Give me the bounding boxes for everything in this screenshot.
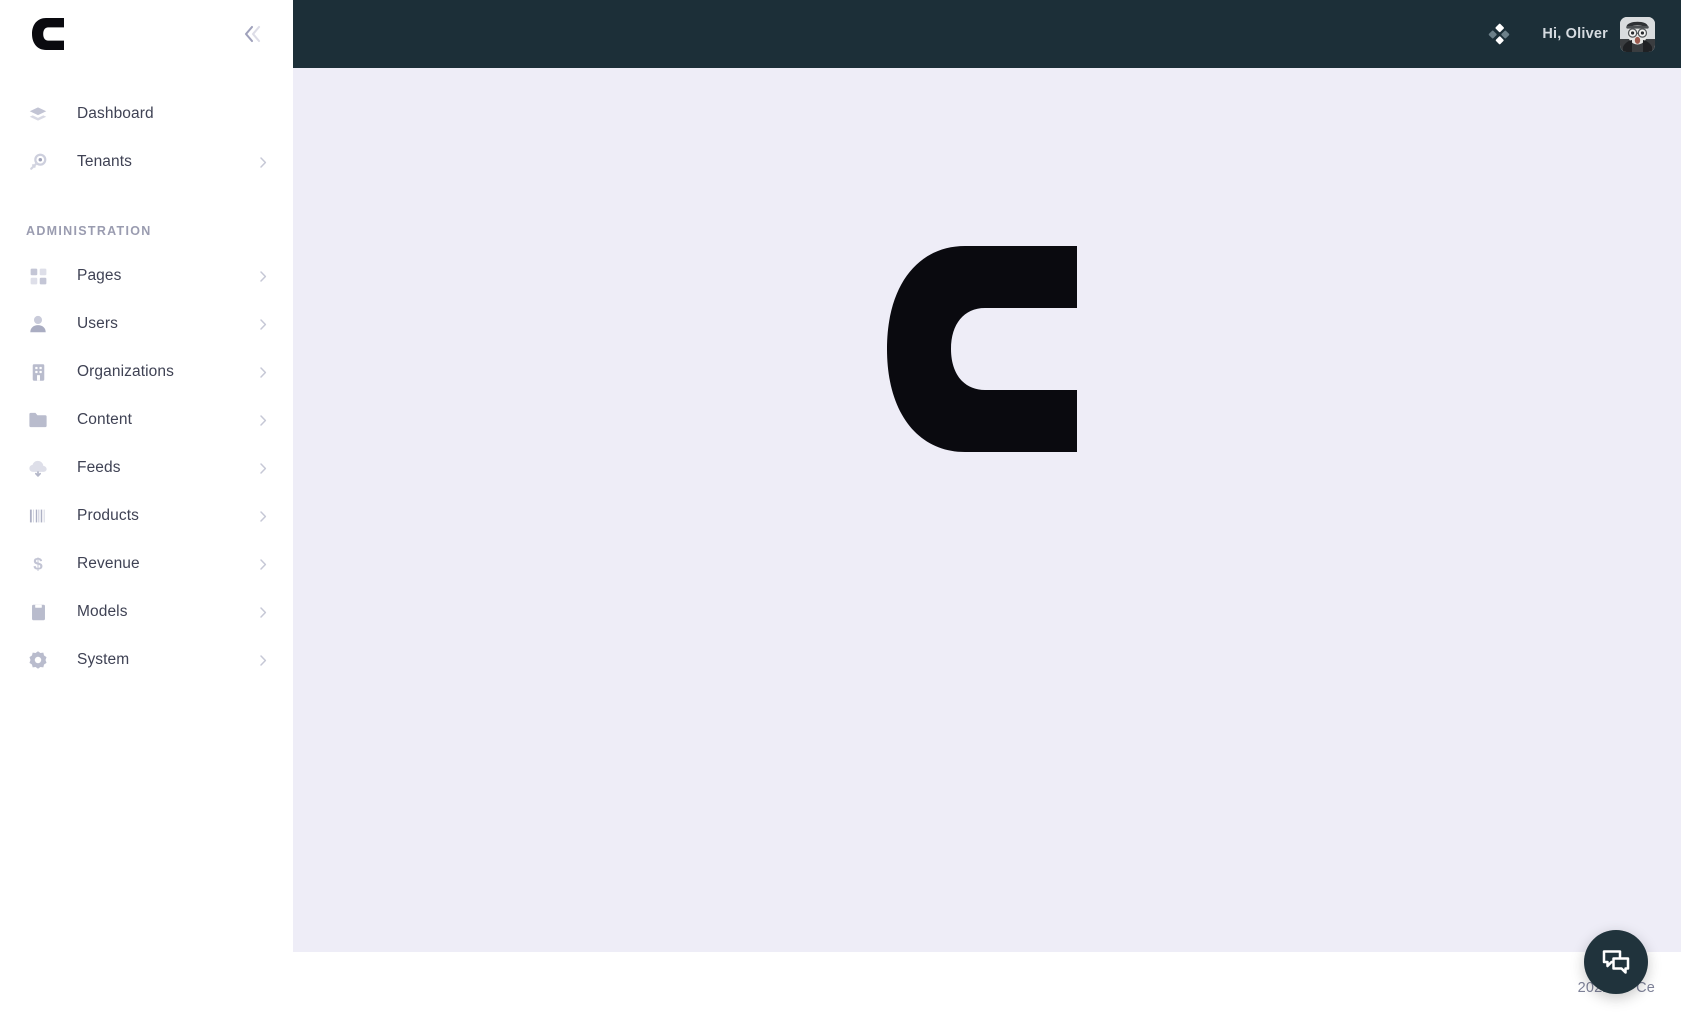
sidebar-item-organizations[interactable]: Organizations bbox=[0, 348, 293, 396]
chevron-right-icon bbox=[257, 510, 269, 522]
sidebar-item-models[interactable]: Models bbox=[0, 588, 293, 636]
chevron-right-icon bbox=[257, 318, 269, 330]
content-area bbox=[293, 68, 1681, 952]
sidebar-item-label: Revenue bbox=[77, 555, 140, 572]
sidebar-item-users[interactable]: Users bbox=[0, 300, 293, 348]
letter-c-logo-large bbox=[887, 246, 1087, 452]
sidebar-item-label: Dashboard bbox=[77, 105, 154, 122]
sidebar-item-tenants[interactable]: Tenants bbox=[0, 138, 293, 186]
sidebar-primary-nav: Dashboard Tenants bbox=[0, 68, 293, 186]
sidebar-item-content[interactable]: Content bbox=[0, 396, 293, 444]
sidebar-item-label: Tenants bbox=[77, 153, 132, 170]
sidebar-section-title: ADMINISTRATION bbox=[26, 224, 152, 238]
sidebar-item-label: Organizations bbox=[77, 363, 174, 380]
sidebar-item-label: Users bbox=[77, 315, 118, 332]
footer: 2022 © Ce bbox=[293, 952, 1681, 1024]
sidebar-header bbox=[0, 0, 293, 68]
cloud-download-icon bbox=[26, 456, 50, 480]
sidebar-item-feeds[interactable]: Feeds bbox=[0, 444, 293, 492]
person-icon bbox=[26, 312, 50, 336]
main-column: Hi, Oliver 2022 Ce bbox=[293, 0, 1681, 1024]
double-chevron-left-icon[interactable] bbox=[235, 17, 269, 51]
sidebar-item-label: Feeds bbox=[77, 459, 121, 476]
chevron-right-icon bbox=[257, 606, 269, 618]
chevron-right-icon bbox=[257, 270, 269, 282]
chevron-right-icon bbox=[257, 654, 269, 666]
sidebar-admin-nav: Pages Users Organizations Content Feeds … bbox=[0, 252, 293, 684]
svg-text:$: $ bbox=[33, 555, 43, 574]
avatar[interactable] bbox=[1620, 16, 1655, 52]
gear-icon bbox=[26, 648, 50, 672]
folder-icon bbox=[26, 408, 50, 432]
sidebar-item-label: Products bbox=[77, 507, 139, 524]
four-diamonds-icon[interactable] bbox=[1482, 17, 1516, 51]
book-icon bbox=[26, 600, 50, 624]
chevron-right-icon bbox=[257, 462, 269, 474]
sidebar-item-products[interactable]: Products bbox=[0, 492, 293, 540]
sidebar-item-pages[interactable]: Pages bbox=[0, 252, 293, 300]
layers-diamond-icon bbox=[26, 102, 50, 126]
user-greeting[interactable]: Hi, Oliver bbox=[1542, 26, 1608, 42]
sidebar-item-label: Content bbox=[77, 411, 132, 428]
sidebar-item-system[interactable]: System bbox=[0, 636, 293, 684]
letter-c-logo[interactable] bbox=[26, 12, 70, 56]
chat-bubbles-icon[interactable] bbox=[1584, 930, 1648, 994]
chevron-right-icon bbox=[257, 414, 269, 426]
sidebar-item-revenue[interactable]: $ Revenue bbox=[0, 540, 293, 588]
chevron-right-icon bbox=[257, 366, 269, 378]
app-root: Dashboard Tenants ADMINISTRATION Pages U… bbox=[0, 0, 1681, 1024]
sidebar: Dashboard Tenants ADMINISTRATION Pages U… bbox=[0, 0, 293, 1024]
sidebar-item-label: Models bbox=[77, 603, 128, 620]
building-icon bbox=[26, 360, 50, 384]
sidebar-item-dashboard[interactable]: Dashboard bbox=[0, 90, 293, 138]
topbar: Hi, Oliver bbox=[293, 0, 1681, 68]
sidebar-item-label: Pages bbox=[77, 267, 122, 284]
sidebar-item-label: System bbox=[77, 651, 130, 668]
grid-squares-icon bbox=[26, 264, 50, 288]
barcode-icon bbox=[26, 504, 50, 528]
key-icon bbox=[26, 150, 50, 174]
chevron-right-icon bbox=[257, 156, 269, 168]
dollar-sign-icon: $ bbox=[26, 552, 50, 576]
chevron-right-icon bbox=[257, 558, 269, 570]
